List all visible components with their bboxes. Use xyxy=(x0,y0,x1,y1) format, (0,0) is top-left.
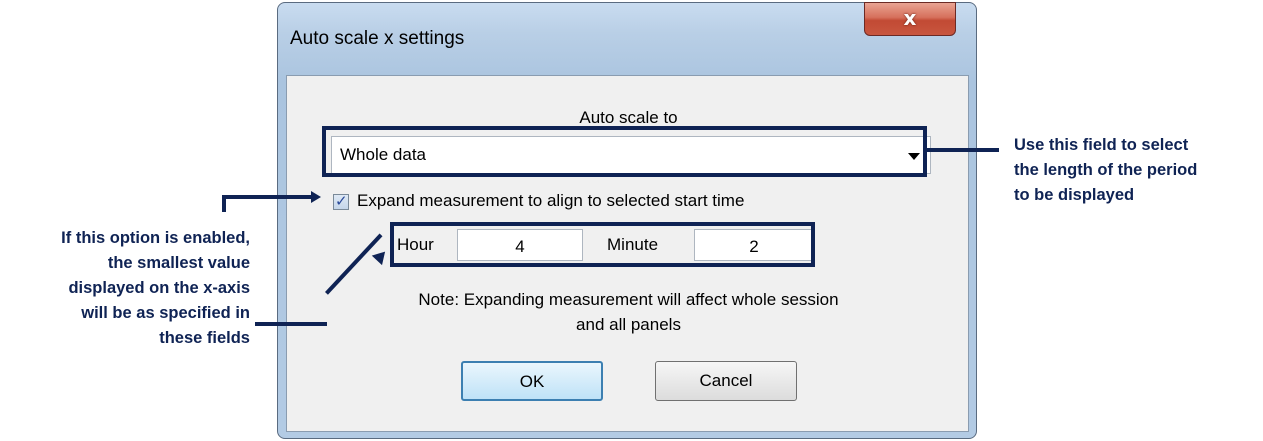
ok-button-label: OK xyxy=(519,372,545,391)
ok-button[interactable]: OK xyxy=(461,361,603,401)
annotation-right-line-3: to be displayed xyxy=(1014,186,1135,204)
dropdown-highlight-box xyxy=(322,126,927,177)
cancel-button[interactable]: Cancel xyxy=(655,361,797,401)
checkbox-callout-arrowhead xyxy=(311,191,321,203)
annotation-left-line-2: the smallest value xyxy=(107,254,250,272)
auto-scale-dialog: Auto scale x settings x Auto scale to Wh… xyxy=(277,2,977,439)
annotation-left: If this option is enabled, the smallest … xyxy=(61,226,250,351)
checkmark-icon: ✓ xyxy=(335,192,348,210)
cancel-button-label: Cancel xyxy=(699,371,753,390)
annotation-left-line-4: will be as specified in xyxy=(81,304,250,322)
note-line-1: Note: Expanding measurement will affect … xyxy=(418,290,839,309)
annotation-right-line-2: the length of the period xyxy=(1014,161,1198,179)
fields-callout-line-horizontal xyxy=(255,322,327,326)
close-icon: x xyxy=(903,6,917,30)
fields-callout-joint xyxy=(323,292,327,326)
annotation-left-line-1: If this option is enabled, xyxy=(61,229,250,247)
dropdown-callout-line xyxy=(927,148,999,152)
note-line-2: and all panels xyxy=(576,315,681,334)
checkbox-callout-line-horizontal xyxy=(222,195,314,199)
close-button[interactable]: x xyxy=(864,2,956,36)
annotation-left-line-3: displayed on the x-axis xyxy=(68,279,250,297)
expand-measurement-checkbox[interactable]: ✓ xyxy=(333,192,349,210)
annotation-right-line-1: Use this field to select xyxy=(1014,136,1189,154)
auto-scale-label: Auto scale to xyxy=(579,108,678,127)
expand-measurement-label[interactable]: Expand measurement to align to selected … xyxy=(357,191,744,211)
time-fields-highlight-box xyxy=(390,222,815,267)
dialog-title: Auto scale x settings xyxy=(290,28,465,49)
annotation-right: Use this field to select the length of t… xyxy=(1014,133,1197,208)
annotation-left-line-5: these fields xyxy=(159,329,250,347)
